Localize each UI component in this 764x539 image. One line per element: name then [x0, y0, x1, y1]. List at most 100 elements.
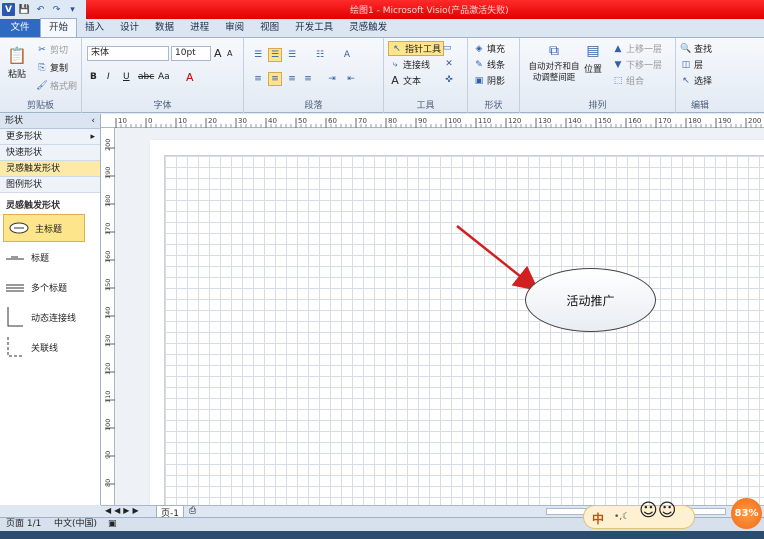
shapes-row-quick[interactable]: 快速形状 [0, 145, 100, 161]
align-right-button[interactable]: ≡ [286, 73, 298, 85]
align-right-icon: ≡ [288, 74, 296, 84]
tab-view[interactable]: 视图 [252, 19, 287, 37]
bring-forward-button[interactable]: ▲ 上移一层 [612, 42, 663, 56]
topic-bubble[interactable]: 活动推广 [525, 268, 656, 332]
page-grid [164, 155, 764, 505]
indent-button[interactable]: ⇥ [326, 73, 338, 85]
text-direction-button[interactable]: A [341, 49, 353, 61]
tab-design[interactable]: 设计 [112, 19, 147, 37]
format-painter-button[interactable]: 🖌 格式刷 [36, 79, 78, 93]
line-button[interactable]: ✎ 线条 [473, 58, 505, 72]
layers-button[interactable]: ◫ 层 [680, 58, 703, 72]
bold-button[interactable]: B [90, 72, 97, 82]
shrink-font-button[interactable]: A [227, 49, 232, 58]
underline-button[interactable]: U [123, 72, 130, 82]
align-bottom-button[interactable]: ☰ [286, 49, 298, 61]
shape-topic[interactable]: 标题 [0, 242, 100, 272]
position-button[interactable]: ▤ 位置 [583, 41, 603, 75]
shape-dynamic-connector[interactable]: 动态连接线 [0, 302, 100, 332]
align-center-button[interactable]: ≡ [268, 72, 282, 86]
italic-button[interactable]: I [107, 72, 110, 82]
shadow-button[interactable]: ▣ 阴影 [473, 74, 505, 88]
page-count[interactable]: 页面 1/1 [6, 518, 41, 531]
windows-taskbar [0, 531, 764, 539]
send-backward-button[interactable]: ▼ 下移一层 [612, 58, 662, 72]
association-line-label: 关联线 [31, 343, 59, 354]
pointer-tool-button[interactable]: ↖ 指针工具 [388, 41, 445, 56]
shapes-row-more[interactable]: 更多形状 ▸ [0, 129, 100, 145]
rectangle-tool-button[interactable]: ▭ [441, 42, 453, 54]
undo-icon[interactable]: ↶ [34, 3, 47, 16]
redo-icon[interactable]: ↷ [50, 3, 63, 16]
ime-toolbar[interactable]: 中 •,☾ ☺☺ [583, 500, 695, 529]
connection-point-button[interactable]: ✜ [443, 74, 455, 86]
ruler-label: 10 [118, 117, 127, 125]
tab-data[interactable]: 数据 [147, 19, 182, 37]
save-icon[interactable]: 💾 [18, 3, 31, 16]
tab-home[interactable]: 开始 [40, 18, 78, 37]
page-nav-arrows-icon[interactable]: ◀◀▶▶ [105, 506, 142, 515]
font-color-button[interactable]: A [186, 71, 194, 84]
shapes-row-legend[interactable]: 图例形状 [0, 177, 100, 193]
quick-access-toolbar: V 💾 ↶ ↷ ▾ [0, 0, 86, 19]
font-name-select[interactable]: 宋体 [87, 46, 169, 61]
paste-icon: 📋 [7, 45, 27, 65]
shape-main-topic[interactable]: 主标题 [3, 214, 85, 242]
fill-button[interactable]: ◈ 填充 [473, 42, 505, 56]
ruler-label: 160 [104, 251, 112, 263]
select-label: 选择 [694, 77, 713, 87]
tab-developer[interactable]: 开发工具 [287, 19, 341, 37]
ruler-label: 200 [104, 139, 112, 151]
ruler-label: 60 [328, 117, 337, 125]
find-button[interactable]: 🔍 查找 [680, 42, 712, 56]
topic-bubble-text: 活动推广 [566, 293, 615, 308]
visio-logo-icon[interactable]: V [2, 3, 15, 16]
ime-punct-icon[interactable]: •,☾ [614, 512, 630, 522]
align-left-button[interactable]: ≡ [252, 73, 264, 85]
cut-label: 剪切 [50, 46, 69, 56]
align-center-icon: ≡ [271, 74, 279, 84]
bring-forward-label: 上移一层 [626, 45, 663, 55]
ime-mode[interactable]: 中 [592, 510, 604, 527]
text-tool-button[interactable]: A 文本 [389, 74, 421, 87]
format-painter-label: 格式刷 [50, 82, 78, 92]
mascot-icon: ☺☺ [639, 500, 677, 521]
macro-record-icon[interactable]: ▣ [108, 518, 117, 531]
group-icon: ⬚ [613, 75, 623, 86]
change-case-button[interactable]: Aa [158, 72, 170, 82]
font-size-select[interactable]: 10pt [171, 46, 211, 61]
zoom-badge[interactable]: 83% [731, 498, 762, 529]
align-top-button[interactable]: ☰ [252, 49, 264, 61]
customize-qat-icon[interactable]: ▾ [66, 3, 79, 16]
tab-process[interactable]: 进程 [182, 19, 217, 37]
vertical-ruler: 200 190 180 170 160 150 140 130 120 110 100 90 80 [101, 128, 115, 505]
tab-insert[interactable]: 插入 [77, 19, 112, 37]
shapes-row-brainstorming[interactable]: 灵感触发形状 [0, 161, 100, 177]
tab-file[interactable]: 文件 [0, 19, 40, 37]
ruler-label: 180 [104, 195, 112, 207]
language-indicator[interactable]: 中文(中国) [54, 518, 97, 531]
outdent-button[interactable]: ⇤ [345, 73, 357, 85]
bullets-button[interactable]: ☷ [314, 49, 326, 61]
group-button[interactable]: ⬚ 组合 [612, 74, 644, 88]
tab-brainstorming[interactable]: 灵感触发 [341, 19, 395, 37]
auto-align-button[interactable]: ⧉ 自动对齐和自动调整间距 [525, 41, 583, 84]
shape-multiple-topics[interactable]: 多个标题 [0, 272, 100, 302]
connector-tool-button[interactable]: ⤷ 连接线 [389, 58, 430, 72]
cut-button[interactable]: ✂ 剪切 [36, 43, 69, 57]
strikethrough-button[interactable]: abc [138, 72, 154, 82]
close-tool-button[interactable]: ✕ [443, 58, 455, 70]
grow-font-button[interactable]: A [214, 47, 222, 60]
paste-button[interactable]: 📋 粘贴 [6, 44, 28, 81]
copy-button[interactable]: ⎘ 复制 [36, 61, 68, 75]
insert-page-icon[interactable]: ⎙ [189, 506, 196, 516]
align-middle-button[interactable]: ☰ [268, 48, 282, 62]
collapse-panel-icon[interactable]: ‹ [91, 114, 95, 129]
select-button[interactable]: ↖ 选择 [680, 74, 713, 88]
ruler-label: 200 [748, 117, 761, 125]
justify-button[interactable]: ≡ [302, 73, 314, 85]
tab-review[interactable]: 审阅 [217, 19, 252, 37]
shape-group: ◈ 填充 ✎ 线条 ▣ 阴影 形状 [468, 38, 520, 113]
shape-association-line[interactable]: 关联线 [0, 332, 100, 362]
shadow-icon: ▣ [474, 75, 484, 86]
